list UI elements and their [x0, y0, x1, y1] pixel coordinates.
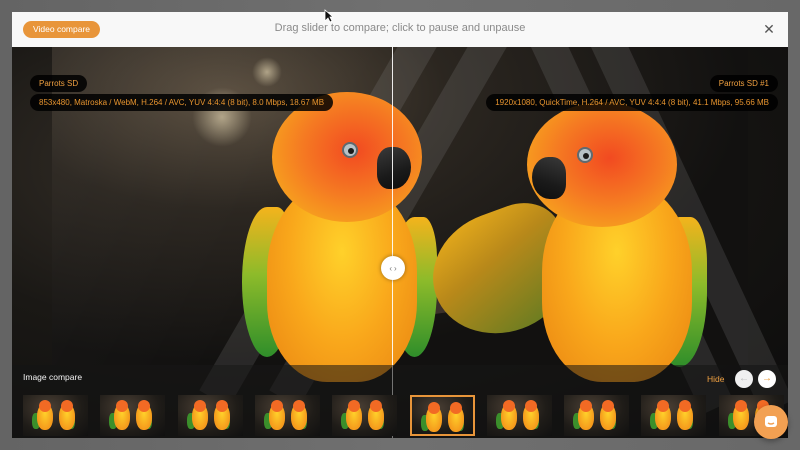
chat-bubble-icon — [765, 416, 777, 427]
thumbnail-8[interactable] — [564, 395, 629, 436]
thumb-parrot-head — [450, 402, 462, 414]
thumb-parrot-head — [503, 400, 515, 412]
thumbnail-4[interactable] — [255, 395, 320, 436]
thumb-parrot-head — [657, 400, 669, 412]
thumb-parrot-head — [61, 400, 73, 412]
modal-header: Video compare Drag slider to compare; cl… — [12, 12, 788, 47]
parrot-eye — [577, 147, 593, 163]
thumb-parrot-head — [602, 400, 614, 412]
compare-modal: Video compare Drag slider to compare; cl… — [12, 12, 788, 438]
strip-title: Image compare — [23, 372, 83, 382]
thumbnail-6[interactable] — [410, 395, 475, 436]
left-parrot — [242, 92, 442, 382]
thumbnail-strip: Image compare Hide ← → — [12, 365, 788, 438]
chevron-left-icon: ‹ — [389, 263, 392, 273]
thumb-parrot-head — [428, 402, 440, 414]
thumbnail-7[interactable] — [487, 395, 552, 436]
bokeh-light — [252, 57, 282, 87]
close-icon[interactable]: ✕ — [762, 21, 776, 37]
thumb-parrot-head — [370, 400, 382, 412]
thumb-parrot-head — [580, 400, 592, 412]
right-video-name: Parrots SD #1 — [709, 75, 778, 92]
thumbnail-5[interactable] — [332, 395, 397, 436]
arrow-right-icon[interactable]: → — [758, 370, 776, 388]
thumbnail-3[interactable] — [178, 395, 243, 436]
thumb-parrot-head — [293, 400, 305, 412]
chevron-right-icon: › — [394, 263, 397, 273]
left-video-name: Parrots SD — [30, 75, 88, 92]
thumbnail-9[interactable] — [641, 395, 706, 436]
video-viewer[interactable]: Parrots SD 853x480, Matroska / WebM, H.2… — [12, 47, 788, 438]
right-video-meta: 1920x1080, QuickTime, H.264 / AVC, YUV 4… — [486, 94, 778, 111]
thumb-parrot-head — [735, 400, 747, 412]
thumb-parrot-head — [39, 400, 51, 412]
thumb-parrot-head — [194, 400, 206, 412]
thumb-parrot-head — [348, 400, 360, 412]
left-video-meta: 853x480, Matroska / WebM, H.264 / AVC, Y… — [30, 94, 334, 111]
parrot-eye — [342, 142, 358, 158]
instruction-text: Drag slider to compare; click to pause a… — [274, 22, 526, 34]
chat-icon[interactable] — [754, 405, 788, 439]
compare-slider-handle[interactable]: ‹ › — [381, 256, 405, 280]
thumb-parrot-head — [116, 400, 128, 412]
right-parrot — [415, 102, 722, 382]
thumb-parrot-head — [525, 400, 537, 412]
thumb-parrot-head — [138, 400, 150, 412]
hide-link[interactable]: Hide — [707, 374, 724, 384]
thumbnail-2[interactable] — [100, 395, 165, 436]
thumbnail-1[interactable] — [23, 395, 88, 436]
thumb-parrot-head — [271, 400, 283, 412]
arrow-left-icon[interactable]: ← — [735, 370, 753, 388]
parrot-beak — [532, 157, 566, 199]
mouse-cursor-icon — [324, 9, 334, 23]
thumb-parrot-head — [679, 400, 691, 412]
thumb-parrot-head — [216, 400, 228, 412]
